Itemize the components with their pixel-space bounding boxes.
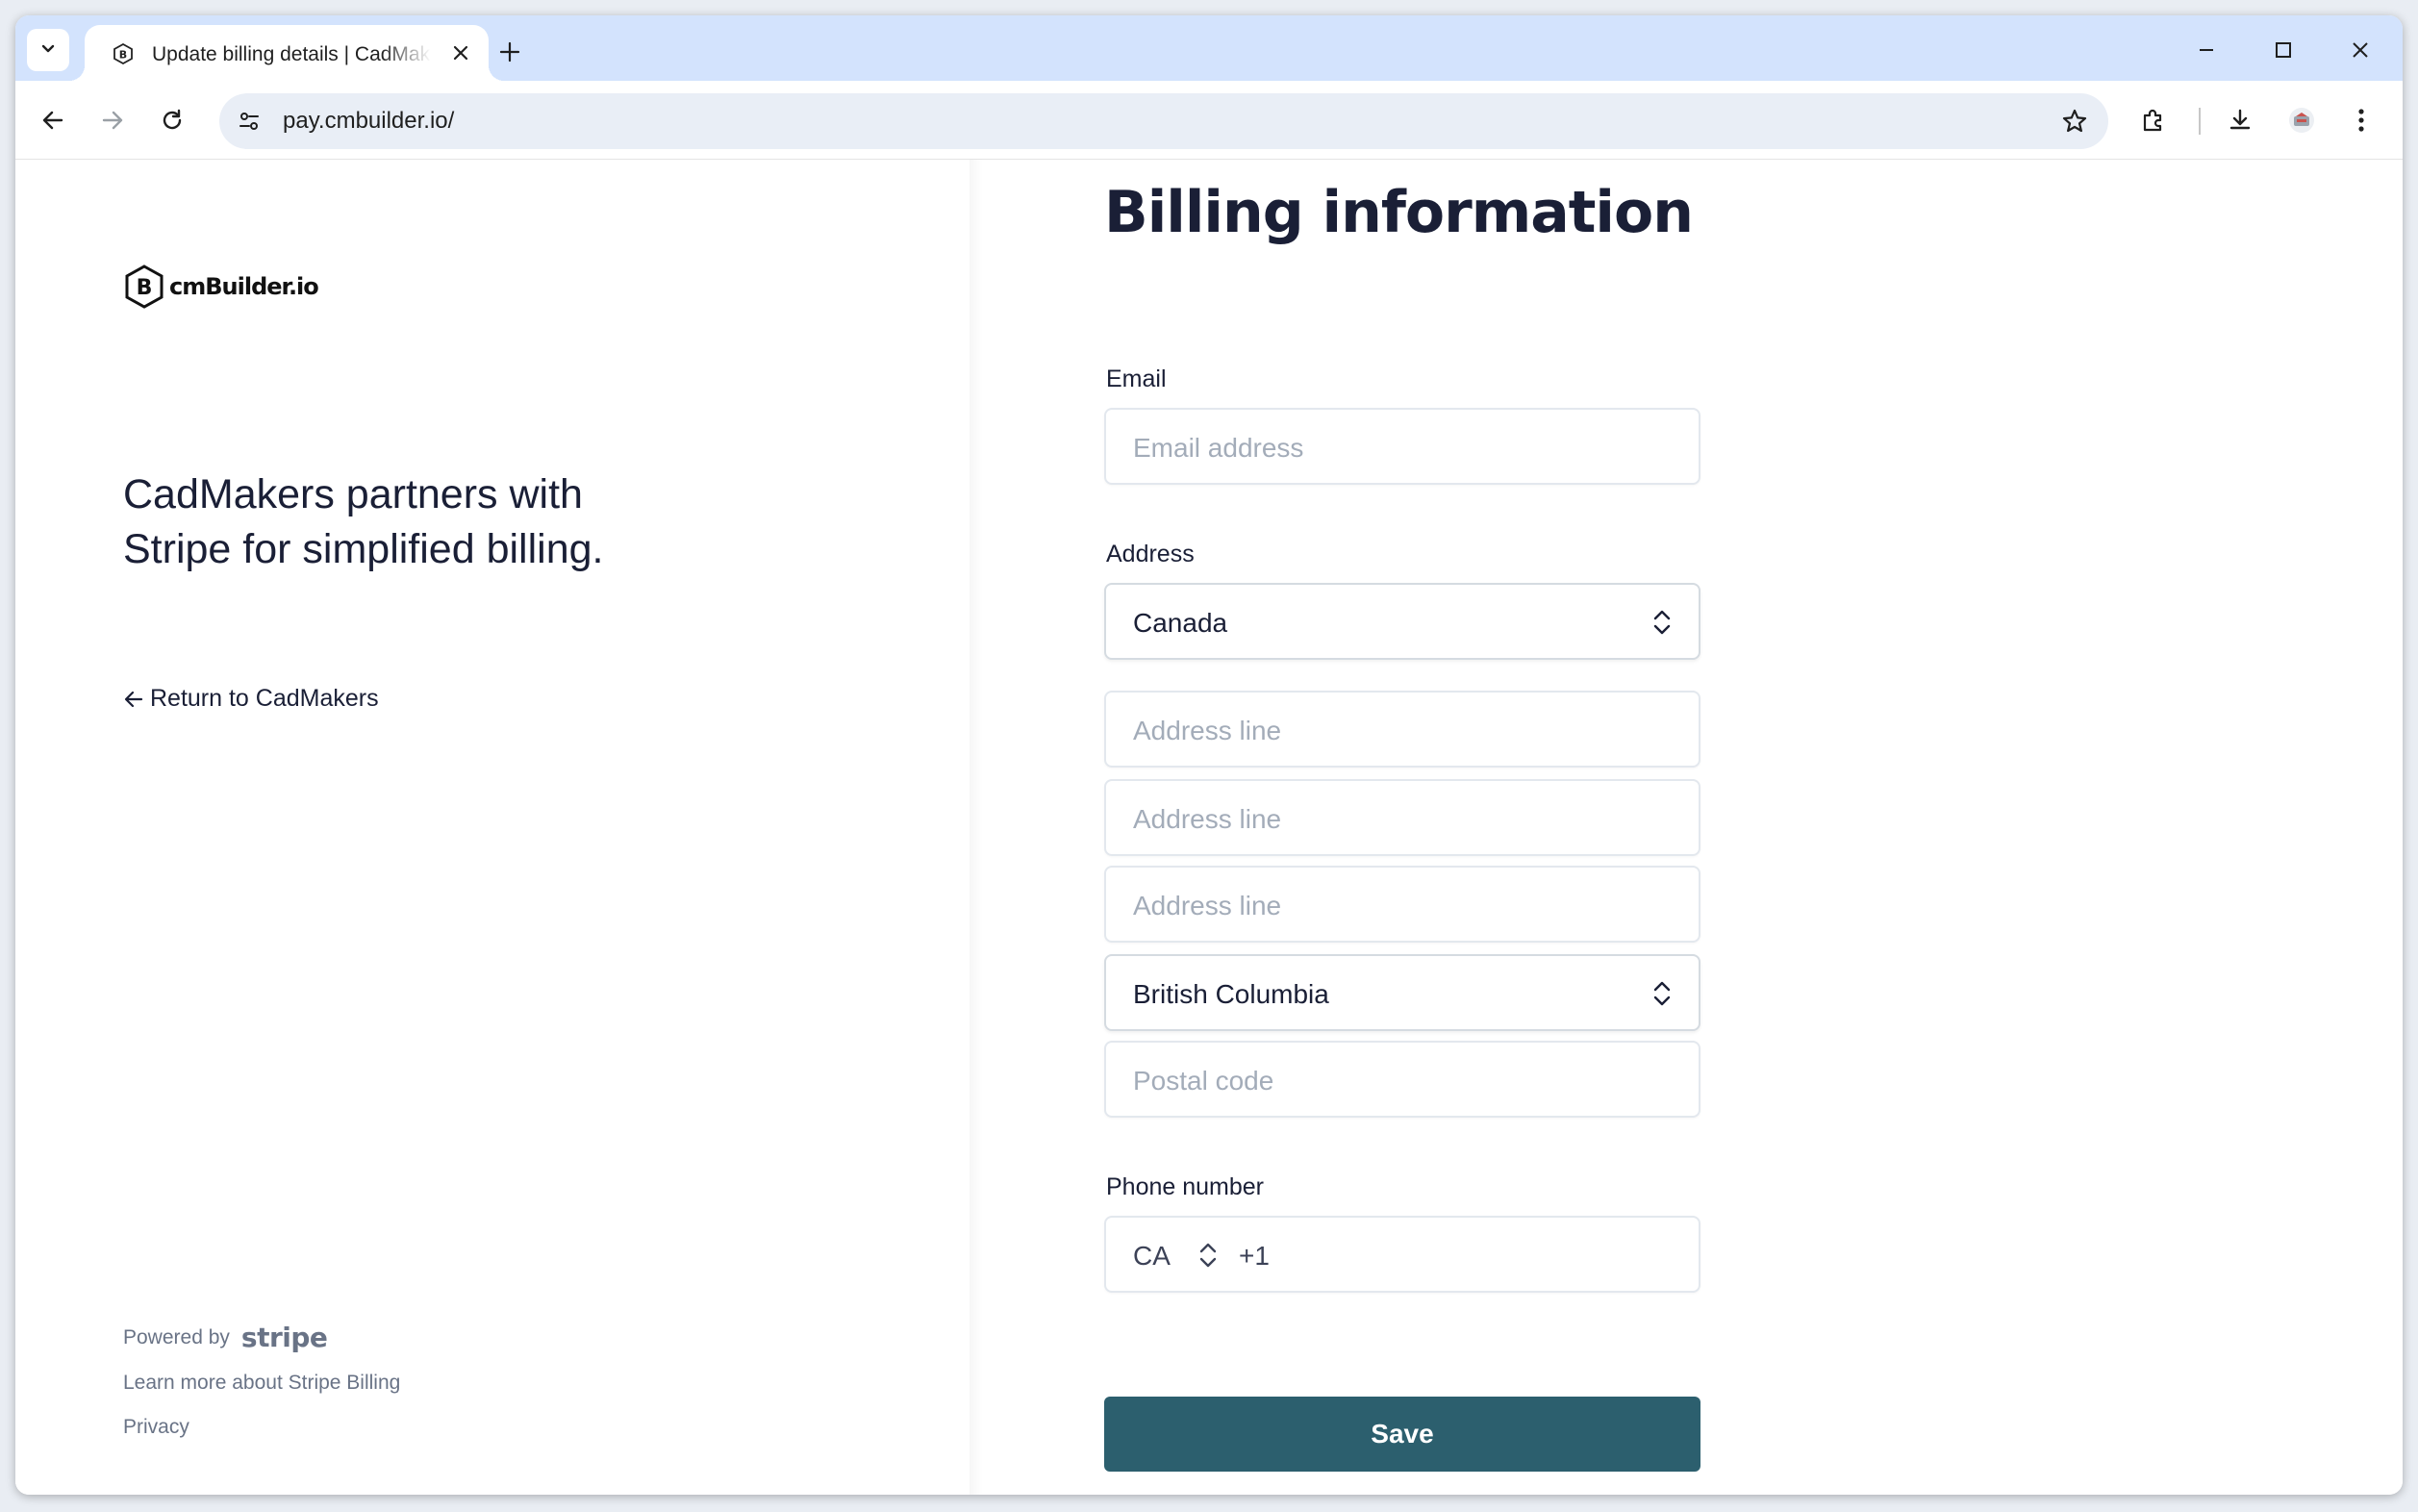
address-line-2-field[interactable]: Address line [1104, 779, 1700, 856]
address-bar[interactable]: pay.cmbuilder.io/ [219, 93, 2108, 149]
page-content: B cmBuilder.io CadMakers partners with S… [15, 160, 2403, 1495]
tab-search-button[interactable] [27, 29, 69, 71]
save-button[interactable]: Save [1104, 1397, 1700, 1472]
return-link-label: Return to CadMakers [150, 685, 379, 712]
email-field[interactable]: Email address [1104, 408, 1700, 485]
plus-icon [499, 41, 520, 63]
email-label: Email [1106, 365, 1167, 392]
postal-code-placeholder: Postal code [1133, 1066, 1274, 1096]
powered-by-label: Powered by [123, 1325, 230, 1348]
back-button[interactable] [33, 100, 73, 140]
email-placeholder: Email address [1133, 433, 1304, 463]
arrow-left-icon [124, 691, 143, 707]
address-line-3-field[interactable]: Address line [1104, 866, 1700, 943]
minimize-icon [2200, 49, 2213, 51]
province-select[interactable]: British Columbia [1104, 954, 1700, 1031]
minimize-button[interactable] [2181, 29, 2231, 71]
phone-prefix: +1 [1239, 1241, 1270, 1271]
browser-menu-button[interactable] [2341, 100, 2381, 140]
maximize-button[interactable] [2258, 29, 2308, 71]
bookmark-star-button[interactable] [2058, 105, 2091, 138]
browser-window: B Update billing details | CadMakers pay… [15, 15, 2403, 1495]
address-label: Address [1106, 541, 1195, 567]
country-value: Canada [1133, 608, 1228, 638]
downloads-button[interactable] [2220, 100, 2260, 140]
merchant-logo: B cmBuilder.io [123, 264, 319, 310]
reload-button[interactable] [152, 100, 192, 140]
forward-arrow-icon [102, 111, 123, 130]
tab-title: Update billing details | CadMakers [152, 43, 431, 65]
window-close-button[interactable] [2335, 29, 2385, 71]
merchant-panel: B cmBuilder.io CadMakers partners with S… [15, 160, 970, 1495]
logo-mark-icon: B [125, 265, 164, 309]
logo-text: cmBuilder.io [169, 273, 319, 300]
active-tab[interactable]: B Update billing details | CadMakers [69, 25, 504, 81]
country-select[interactable]: Canada [1104, 583, 1700, 660]
address-line-1-placeholder: Address line [1133, 716, 1282, 745]
close-icon [453, 45, 468, 61]
toolbar-separator [2199, 108, 2201, 135]
tab-strip: B Update billing details | CadMakers [15, 15, 2403, 81]
forward-button[interactable] [92, 100, 133, 140]
province-value: British Columbia [1133, 979, 1329, 1009]
return-to-merchant-link[interactable]: Return to CadMakers [123, 685, 379, 713]
star-icon [2062, 109, 2087, 133]
phone-country-code[interactable]: CA [1133, 1242, 1171, 1271]
profile-button[interactable] [2281, 100, 2322, 140]
new-tab-button[interactable] [492, 35, 527, 69]
powered-by-stripe[interactable]: Powered by stripe [123, 1322, 328, 1353]
profile-icon [2289, 108, 2314, 133]
panel-divider [970, 160, 983, 1495]
browser-toolbar: pay.cmbuilder.io/ [15, 81, 2403, 160]
extensions-icon [2143, 109, 2162, 132]
maximize-icon [2276, 42, 2291, 58]
download-icon [2229, 109, 2251, 130]
address-line-3-placeholder: Address line [1133, 891, 1282, 920]
window-close-icon [2353, 42, 2368, 58]
tab-search-icon [38, 38, 58, 63]
svg-text:B: B [137, 276, 153, 300]
chevron-updown-icon [1647, 977, 1677, 1010]
favicon-icon: B [112, 42, 135, 65]
stripe-logo: stripe [240, 1322, 328, 1353]
extensions-button[interactable] [2133, 100, 2174, 140]
phone-label: Phone number [1106, 1173, 1265, 1200]
privacy-link[interactable]: Privacy [123, 1416, 189, 1439]
back-arrow-icon [42, 111, 63, 130]
address-line-2-placeholder: Address line [1133, 804, 1282, 834]
address-line-1-field[interactable]: Address line [1104, 691, 1700, 768]
site-settings-icon[interactable] [233, 105, 265, 138]
tab-close-button[interactable] [446, 38, 475, 67]
phone-field[interactable]: CA +1 [1104, 1216, 1700, 1293]
menu-icon [2358, 109, 2364, 132]
reload-icon [163, 109, 182, 130]
postal-code-field[interactable]: Postal code [1104, 1041, 1700, 1118]
learn-more-link[interactable]: Learn more about Stripe Billing [123, 1372, 400, 1395]
svg-text:B: B [119, 49, 127, 62]
merchant-headline: CadMakers partners with Stripe for simpl… [123, 471, 604, 572]
page-title: Billing information [1104, 179, 1694, 246]
chevron-updown-icon[interactable] [1193, 1239, 1223, 1272]
chevron-updown-icon [1647, 606, 1677, 639]
url-text: pay.cmbuilder.io/ [283, 108, 455, 134]
